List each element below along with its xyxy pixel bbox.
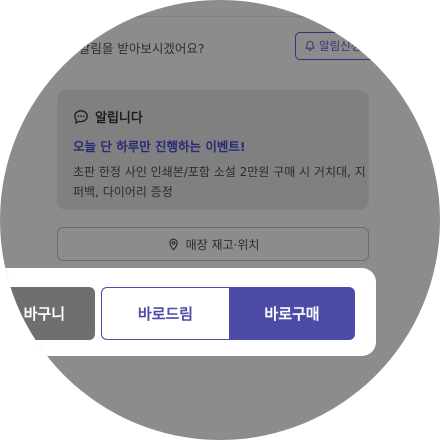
notice-box: 알립니다 오늘 단 하루만 진행하는 이벤트! 초판 한정 사인 인쇄본/포함 …	[57, 90, 369, 210]
store-stock-location-label: 매장 재고·위치	[185, 237, 260, 252]
baro-dream-label: 바로드림	[137, 305, 194, 323]
buy-now-button[interactable]: 바로구매	[229, 287, 355, 340]
baro-dream-button[interactable]: 바로드림	[101, 287, 229, 340]
event-description: 초판 한정 사인 인쇄본/포함 소설 2만원 구매 시 거치대, 지퍼백, 다이…	[73, 165, 366, 199]
dimmed-product-panel: ok 알림을 받아보시겠어요? 알림신청 알립니다 오늘 단 하루만 진행하는 …	[0, 0, 440, 440]
cart-button[interactable]: 바구니	[0, 287, 95, 340]
cart-button-label: 바구니	[23, 305, 65, 323]
notice-header: 알립니다	[73, 107, 143, 126]
magnifier-circle: ok 알림을 받아보시겠어요? 알림신청 알립니다 오늘 단 하루만 진행하는 …	[0, 0, 440, 440]
purchase-action-bar: 바구니 바로드림 바로구매	[0, 268, 376, 356]
notify-button[interactable]: 알림신청	[295, 32, 375, 60]
speech-bubble-icon	[74, 109, 88, 124]
location-pin-icon	[168, 238, 178, 250]
notice-title: 알립니다	[95, 111, 143, 126]
divider	[60, 16, 390, 17]
store-stock-location-button[interactable]: 매장 재고·위치	[57, 227, 369, 261]
buy-now-label: 바로구매	[264, 305, 320, 323]
bell-icon	[305, 40, 315, 51]
kakao-alert-prompt: ok 알림을 받아보시겠어요?	[60, 41, 205, 56]
event-title-link[interactable]: 오늘 단 하루만 진행하는 이벤트!	[73, 136, 246, 155]
notify-button-label: 알림신청	[319, 39, 362, 53]
magnified-view: ok 알림을 받아보시겠어요? 알림신청 알립니다 오늘 단 하루만 진행하는 …	[0, 0, 440, 440]
